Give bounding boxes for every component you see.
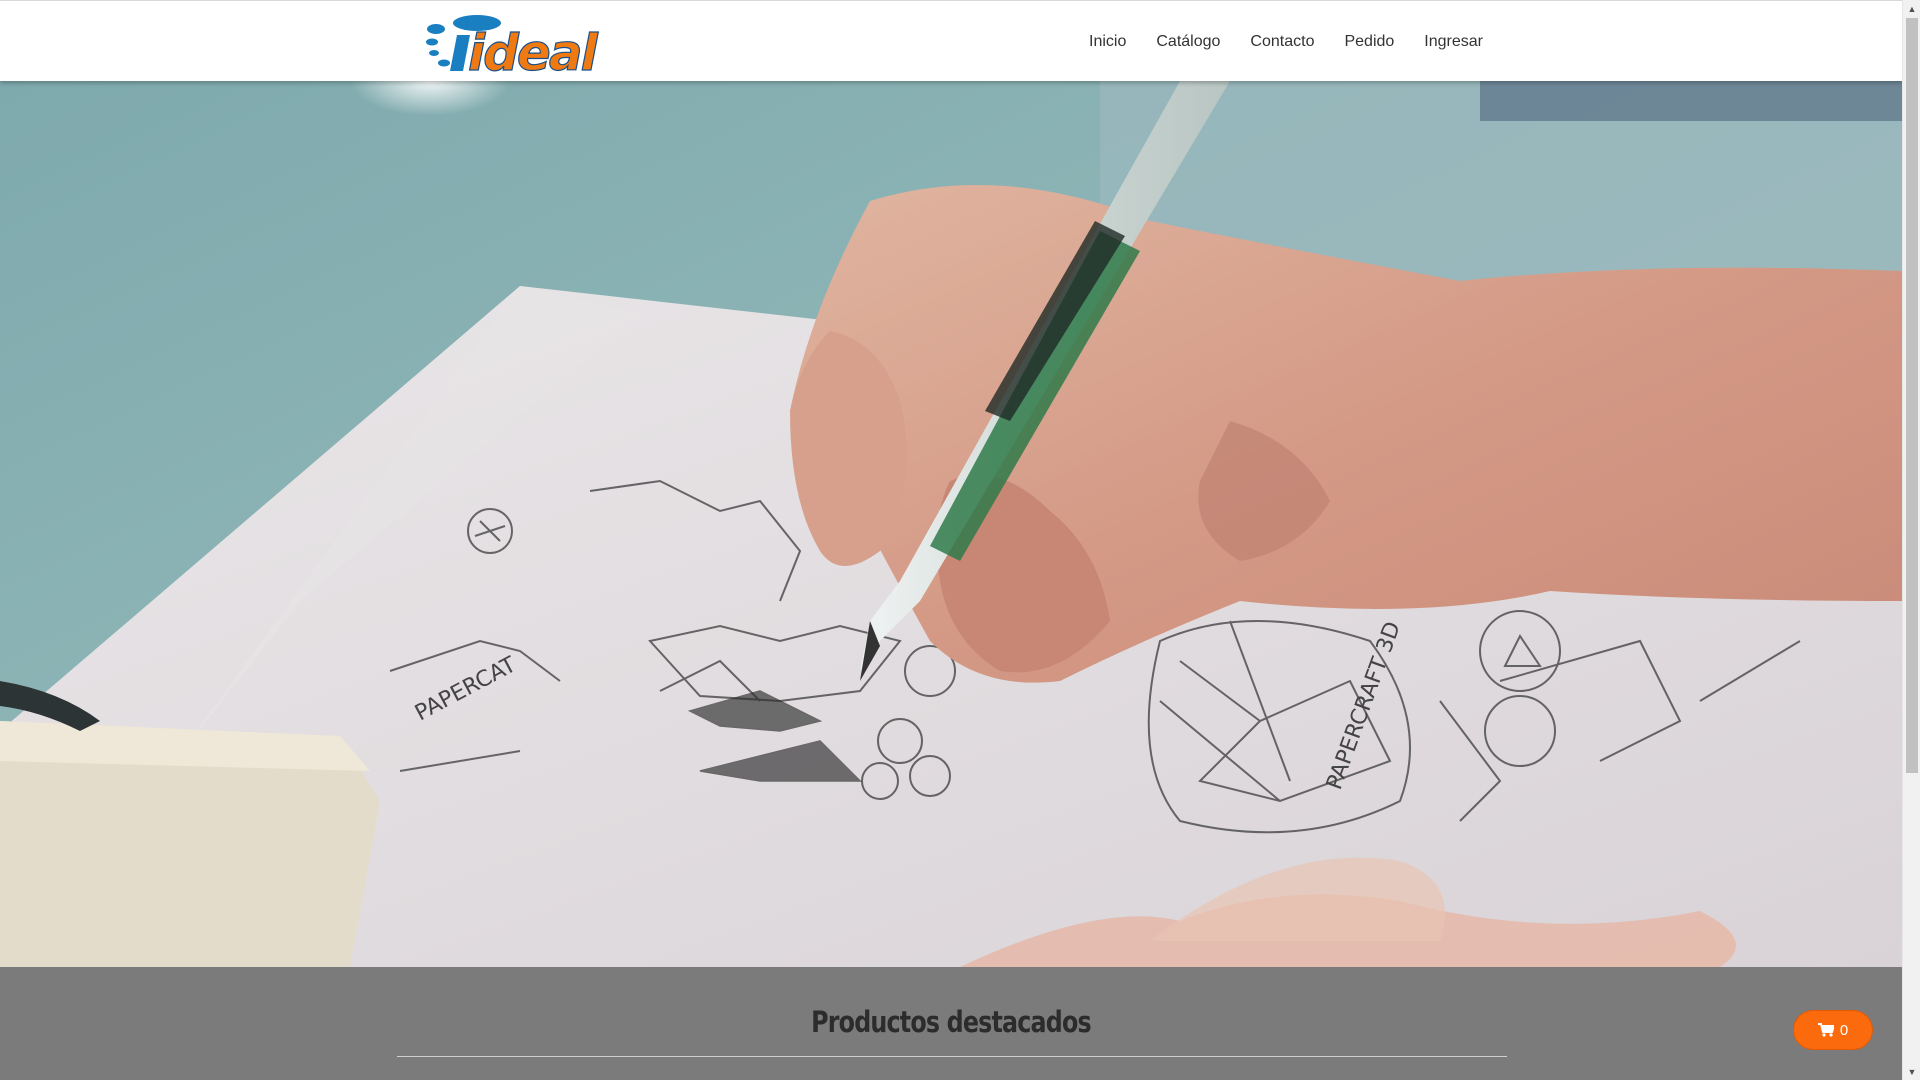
- cart-icon: [1817, 1023, 1836, 1037]
- vertical-scrollbar[interactable]: ▲ ▼: [1902, 0, 1920, 1080]
- chevron-up-icon[interactable]: ▲: [1903, 0, 1920, 17]
- cart-count: 0: [1839, 1021, 1849, 1039]
- nav-inicio[interactable]: Inicio: [1074, 33, 1141, 51]
- ideal-logo[interactable]: ideal: [422, 13, 622, 83]
- main-nav: Inicio Catálogo Contacto Pedido Ingresar: [1074, 1, 1498, 82]
- navbar: ideal Inicio Catálogo Contacto Pedido In…: [0, 0, 1902, 83]
- nav-catalogo[interactable]: Catálogo: [1141, 33, 1235, 51]
- hero-photo: PAPERCAT PAPERCRAFT 3D: [0, 81, 1902, 967]
- hero-banner: PAPERCAT PAPERCRAFT 3D: [0, 81, 1902, 967]
- page: ideal Inicio Catálogo Contacto Pedido In…: [0, 0, 1902, 1080]
- logo-wordmark: ideal: [468, 24, 599, 73]
- chevron-down-icon[interactable]: ▼: [1903, 1063, 1920, 1080]
- cart-button[interactable]: 0: [1793, 1010, 1873, 1050]
- featured-divider: [397, 1056, 1507, 1057]
- featured-products-section: Productos destacados: [0, 967, 1902, 1080]
- nav-contacto[interactable]: Contacto: [1235, 33, 1329, 51]
- nav-ingresar[interactable]: Ingresar: [1409, 33, 1498, 51]
- ideal-logo-graphic: ideal: [426, 15, 601, 83]
- scrollbar-thumb[interactable]: [1906, 18, 1918, 773]
- nav-pedido[interactable]: Pedido: [1329, 33, 1409, 51]
- featured-title: Productos destacados: [811, 1005, 1091, 1039]
